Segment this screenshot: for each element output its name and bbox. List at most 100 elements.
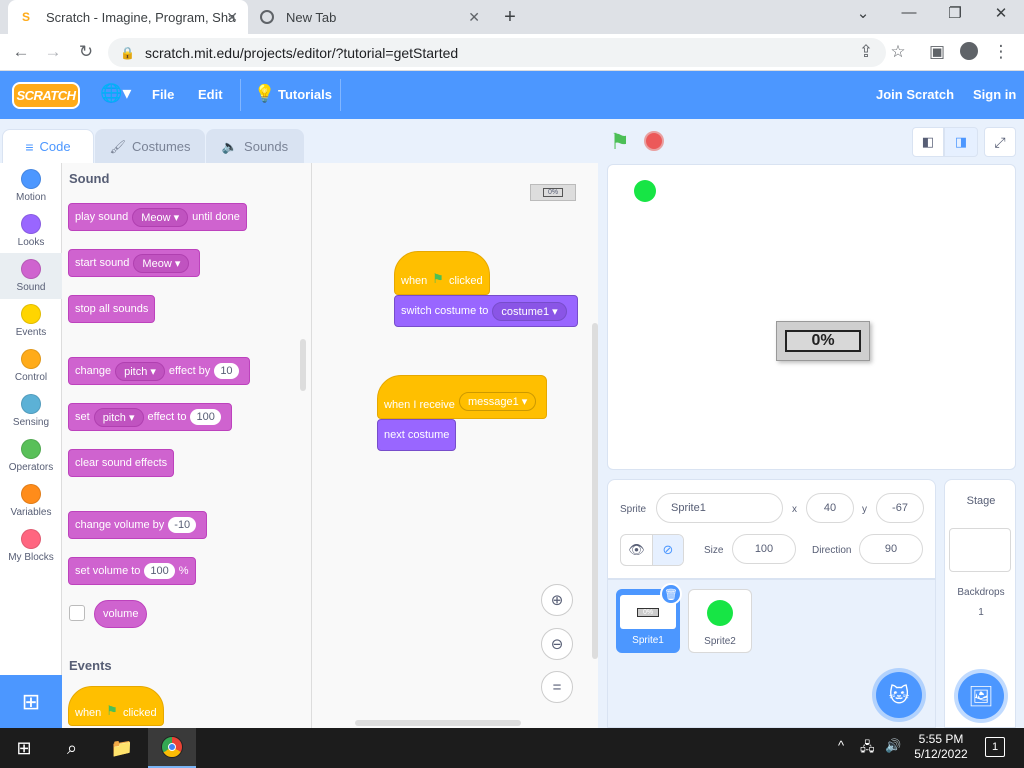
notification-center-icon[interactable]: 1	[985, 737, 1005, 757]
join-scratch-link[interactable]: Join Scratch	[876, 87, 954, 102]
close-tab-icon[interactable]: ✕	[468, 9, 480, 26]
category-events[interactable]: Events	[0, 298, 62, 343]
number-input[interactable]: 10	[214, 363, 239, 379]
share-icon[interactable]: ⇪	[855, 42, 877, 62]
choose-backdrop-button[interactable]: 🖼	[958, 673, 1004, 719]
x-input[interactable]: 40	[806, 493, 854, 523]
y-input[interactable]: -67	[876, 493, 924, 523]
normal-stage-button[interactable]: ◨	[944, 127, 978, 157]
costume-dropdown[interactable]: costume1 ▾	[492, 301, 567, 321]
palette-scrollbar[interactable]	[300, 339, 306, 391]
network-icon[interactable]: 🖧	[860, 738, 875, 760]
script-when-i-receive[interactable]: when I receive message1 ▾	[377, 375, 548, 419]
browser-tab-new[interactable]: New Tab ✕	[250, 0, 490, 34]
sprite-thumb-sprite2[interactable]: Sprite2	[688, 589, 752, 653]
globe-language-icon[interactable]: 🌐▾	[100, 83, 131, 104]
tab-code[interactable]: ≡ Code	[2, 129, 94, 163]
restore-button[interactable]: ❐	[932, 4, 978, 28]
hide-eye-icon[interactable]: ⊘	[651, 535, 683, 565]
file-menu[interactable]: File	[152, 87, 174, 102]
show-eye-icon[interactable]: 👁	[621, 535, 652, 565]
reporter-volume[interactable]: volume	[94, 600, 148, 628]
sound-dropdown[interactable]: Meow ▾	[132, 207, 189, 227]
volume-icon[interactable]: 🔊	[885, 738, 901, 754]
sprite1-progress-box[interactable]: 0%	[776, 321, 870, 361]
category-my-blocks[interactable]: My Blocks	[0, 523, 62, 568]
workspace-v-scrollbar[interactable]	[592, 323, 598, 659]
block-clear-sound-effects[interactable]: clear sound effects	[68, 449, 175, 477]
file-explorer-icon[interactable]: 📁	[98, 728, 146, 768]
tutorials-menu[interactable]: Tutorials	[278, 87, 332, 102]
url-input[interactable]: 🔒 scratch.mit.edu/projects/editor/?tutor…	[108, 38, 886, 67]
category-variables[interactable]: Variables	[0, 478, 62, 523]
stage-target-pane[interactable]: Stage Backdrops 1 🖼	[944, 479, 1016, 728]
block-set-effect-to[interactable]: set pitch ▾ effect to 100	[68, 403, 232, 431]
add-extension-button[interactable]: ⊞	[0, 675, 62, 728]
script-when-flag-clicked[interactable]: when ⚑ clicked	[394, 251, 490, 295]
choose-sprite-button[interactable]: 🐱	[876, 672, 922, 718]
number-input[interactable]: 100	[190, 409, 221, 425]
stop-button[interactable]	[644, 131, 664, 151]
windows-start-icon[interactable]: ⊞	[0, 728, 48, 768]
block-change-volume-by[interactable]: change volume by -10	[68, 511, 208, 539]
block-stop-all-sounds[interactable]: stop all sounds	[68, 295, 156, 323]
script-next-costume[interactable]: next costume	[377, 419, 457, 451]
direction-input[interactable]: 90	[859, 534, 923, 564]
number-input[interactable]: -10	[168, 517, 197, 533]
edit-menu[interactable]: Edit	[198, 87, 223, 102]
code-workspace[interactable]: 0% when ⚑ clicked switch costume to cost…	[312, 163, 598, 728]
sprite-name-input[interactable]: Sprite1	[656, 493, 783, 523]
volume-monitor-checkbox[interactable]	[69, 605, 85, 621]
category-sound[interactable]: Sound	[0, 253, 62, 298]
tray-chevron-icon[interactable]: ^	[838, 738, 844, 753]
block-start-sound[interactable]: start sound Meow ▾	[68, 249, 201, 277]
number-input[interactable]: 100	[144, 563, 175, 579]
side-panel-icon[interactable]: ▣	[926, 42, 948, 62]
category-control[interactable]: Control	[0, 343, 62, 388]
chrome-taskbar-icon[interactable]	[148, 728, 196, 768]
category-motion[interactable]: Motion	[0, 163, 62, 208]
bookmark-star-icon[interactable]: ☆	[887, 42, 909, 62]
zoom-out-button[interactable]: ⊖	[541, 628, 573, 660]
sprite2-green-circle[interactable]	[634, 180, 656, 202]
sound-dropdown[interactable]: Meow ▾	[133, 253, 190, 273]
script-switch-costume[interactable]: switch costume to costume1 ▾	[394, 295, 578, 327]
browser-tab-scratch[interactable]: S Scratch - Imagine, Program, Sha ✕	[8, 0, 248, 34]
category-looks[interactable]: Looks	[0, 208, 62, 253]
category-operators[interactable]: Operators	[0, 433, 62, 478]
block-change-effect-by[interactable]: change pitch ▾ effect by 10	[68, 357, 250, 385]
delete-sprite-button[interactable]: 🗑	[660, 583, 682, 605]
tab-sounds[interactable]: 🔈 Sounds	[206, 129, 304, 163]
clock[interactable]: 5:55 PM 5/12/2022	[910, 732, 972, 762]
forward-icon[interactable]: →	[42, 42, 64, 62]
more-menu-icon[interactable]: ⋮	[990, 42, 1012, 62]
chevron-down-icon[interactable]: ⌄	[840, 4, 886, 28]
stage-canvas[interactable]: 0%	[607, 164, 1016, 470]
effect-dropdown[interactable]: pitch ▾	[93, 407, 144, 427]
zoom-in-button[interactable]: ⊕	[541, 584, 573, 616]
block-when-flag-clicked[interactable]: when ⚑ clicked	[68, 686, 164, 726]
profile-avatar[interactable]	[958, 42, 980, 65]
search-icon[interactable]: ⌕	[48, 728, 96, 768]
backdrop-thumbnail[interactable]	[949, 528, 1011, 572]
reload-icon[interactable]: ↻	[75, 42, 97, 62]
close-tab-icon[interactable]: ✕	[226, 9, 238, 26]
green-flag-button[interactable]: ⚑	[610, 129, 630, 155]
close-window-button[interactable]: ✕	[978, 4, 1024, 28]
fullscreen-button[interactable]: ⤢	[984, 127, 1016, 157]
block-play-sound-until-done[interactable]: play sound Meow ▾ until done	[68, 203, 247, 231]
size-input[interactable]: 100	[732, 534, 796, 564]
new-tab-button[interactable]: +	[500, 6, 520, 29]
tab-costumes[interactable]: 🖌 Costumes	[95, 129, 205, 163]
workspace-h-scrollbar[interactable]	[355, 720, 521, 726]
category-sensing[interactable]: Sensing	[0, 388, 62, 433]
block-set-volume-to[interactable]: set volume to 100 %	[68, 557, 196, 585]
message-dropdown[interactable]: message1 ▾	[458, 392, 537, 411]
sign-in-link[interactable]: Sign in	[973, 87, 1016, 102]
scratch-logo[interactable]: SCRATCH	[12, 82, 80, 109]
small-stage-button[interactable]: ◧	[912, 127, 944, 157]
effect-dropdown[interactable]: pitch ▾	[115, 361, 165, 381]
back-icon[interactable]: ←	[10, 42, 32, 62]
zoom-reset-button[interactable]: =	[541, 671, 573, 703]
minimize-button[interactable]: —	[886, 4, 932, 28]
